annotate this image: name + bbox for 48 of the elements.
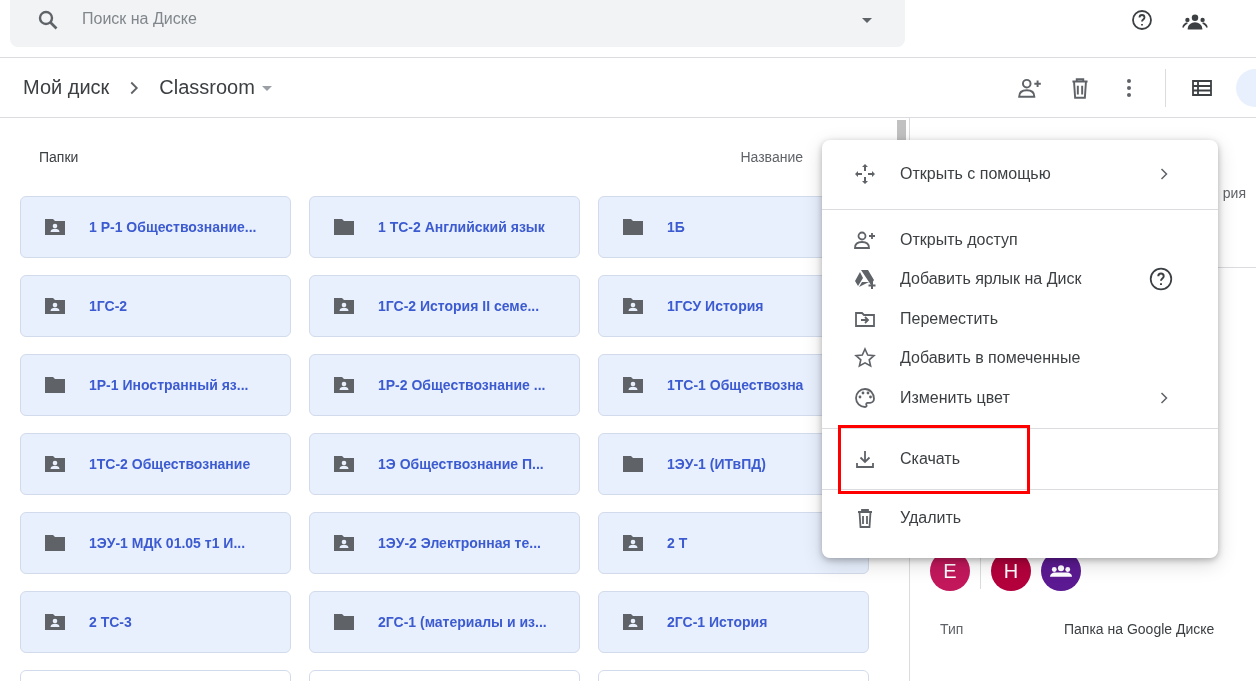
menu-item[interactable]: Открыть с помощью [822,154,1218,194]
folder-card[interactable]: 2ГС-1 (материалы и из... [309,591,580,653]
section-title: Папки [39,149,79,165]
folder-card[interactable]: 1ТС-2 Обществознание [20,433,291,495]
folder-name: 1Э Обществознание П... [378,456,544,472]
folder-card[interactable]: 1Р-2 Обществознание ... [309,354,580,416]
folder-card[interactable]: 1 Р-1 Обществознание... [20,196,291,258]
folder-card[interactable]: 1ГС-2 История II семе... [309,275,580,337]
search-field[interactable]: Поиск на Диске [82,8,833,30]
folder-name: 1ГС-2 История II семе... [378,298,540,314]
folder-name: 2ГС-1 (материалы и из... [378,614,547,630]
folder-card[interactable]: 1ЭУ-1 МДК 01.05 т1 И... [20,512,291,574]
folder-card[interactable]: 1 ТС-2 Английский язык [309,196,580,258]
folder-card[interactable]: 1Э Обществознание П... [309,433,580,495]
property-value: Папка на Google Диске [1064,621,1215,637]
property-label: Тип [940,621,965,637]
folder-name: 1ЭУ-2 Электронная те... [378,535,541,551]
folder-name: 1ТС-2 Обществознание [89,456,251,472]
folder-name: 1 Р-1 Обществознание... [89,219,257,235]
drive-plus-icon [853,267,877,292]
folder-name: 1 ТС-2 Английский язык [378,219,545,235]
folder-name: 1Р-2 Обществознание ... [378,377,546,393]
search-bar[interactable]: Поиск на Диске [10,0,905,47]
details-text: рия [1222,184,1246,201]
folder-name: 1ГСУ История [667,298,764,314]
folder-card[interactable]: 2 ТС-3 [20,591,291,653]
breadcrumb-link[interactable]: Classroom [159,76,255,99]
folder-card[interactable]: 2ГС-1 История [598,591,869,653]
folder-card[interactable]: 1ЭУ-2 Электронная те... [309,512,580,574]
folder-name: 2ГС-1 История [667,614,768,630]
folder-name: 1Б [667,219,685,235]
sort-label[interactable]: Название [740,149,803,165]
folder-card[interactable]: 1ГС-2 [20,275,291,337]
folder-name: 1ЭУ-1 МДК 01.05 т1 И... [89,535,246,551]
palette-icon [853,385,877,410]
folder-name: 1ЭУ-1 (ИТвПД) [667,456,766,472]
folder-name: 2 ТС-3 [89,614,132,630]
help-icon[interactable] [1130,8,1154,32]
help-icon[interactable] [1148,266,1174,293]
group-icon [1050,565,1072,577]
folder-name: 1Р-1 Иностранный яз... [89,377,249,393]
breadcrumb-link[interactable]: Мой диск [23,76,110,99]
folder-name: 2 Т [667,535,688,551]
folder-name: 1ТС-1 Обществозна [667,377,804,393]
folder-card[interactable]: 1Р-1 Иностранный яз... [20,354,291,416]
search-icon [36,8,60,32]
folder-name: 1ГС-2 [89,298,128,314]
move-arrows-icon [853,162,877,186]
